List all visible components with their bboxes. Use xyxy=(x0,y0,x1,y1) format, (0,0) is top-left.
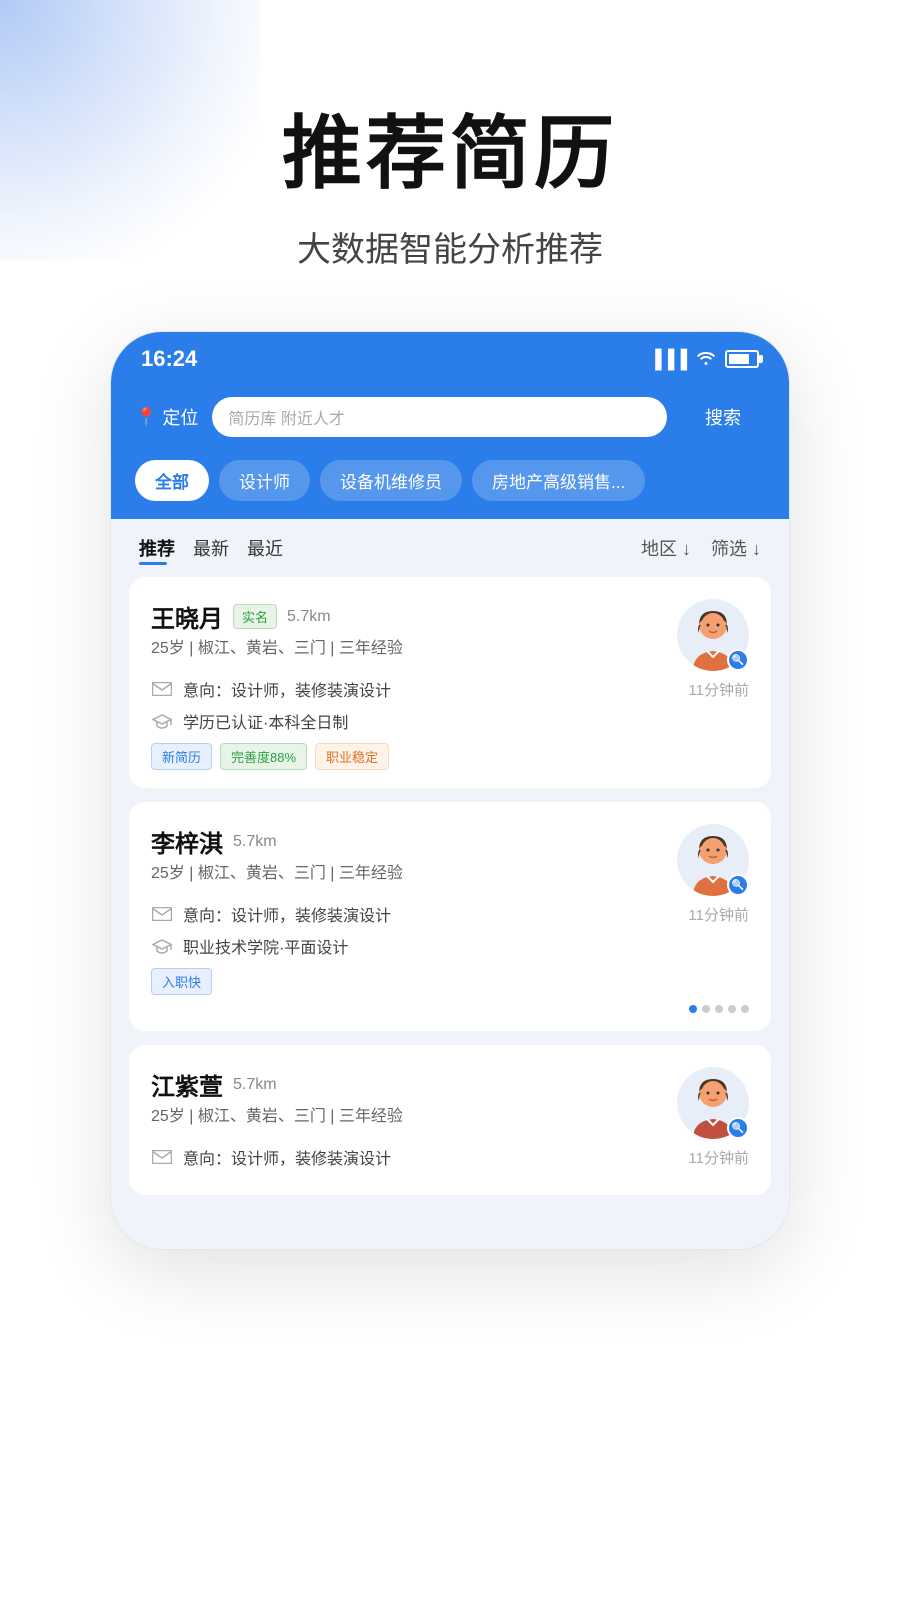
hero-subtitle: 大数据智能分析推荐 xyxy=(40,222,860,271)
phone-wrapper: 16:24 ▐▐▐ 📍 定位 xyxy=(0,331,900,1310)
resume-card-2[interactable]: 李梓淇 5.7km 25岁 | 椒江、黄岩、三门 | 三年经验 xyxy=(129,802,771,1031)
dot-5 xyxy=(741,1005,749,1013)
category-tab-realestate[interactable]: 房地产高级销售... xyxy=(472,460,645,501)
resume-card-1[interactable]: 王晓月 实名 5.7km 25岁 | 椒江、黄岩、三门 | 三年经验 xyxy=(129,577,771,788)
location-icon: 📍 xyxy=(135,407,157,428)
graduation-icon-2 xyxy=(151,938,173,954)
avatar-2 xyxy=(677,824,749,896)
card-time-3: 11分钟前 xyxy=(688,1147,749,1168)
envelope-icon-3 xyxy=(151,1149,173,1165)
card-intention-text-3: 意向：设计师，装修装演设计 xyxy=(183,1145,391,1169)
list-area: 推荐 最新 最近 地区 ↓ 筛选 ↓ 王晓月 实名 5.7km xyxy=(111,519,789,1249)
location-button[interactable]: 📍 定位 xyxy=(135,404,198,430)
card-left-3: 江紫萱 5.7km 25岁 | 椒江、黄岩、三门 | 三年经验 xyxy=(151,1067,403,1136)
signal-icon: ▐▐▐ xyxy=(649,349,687,370)
distance-1: 5.7km xyxy=(287,608,331,626)
search-bar-area: 📍 定位 简历库 附近人才 搜索 xyxy=(111,382,789,460)
card-left-2: 李梓淇 5.7km 25岁 | 椒江、黄岩、三门 | 三年经验 xyxy=(151,824,403,893)
avatar-search-badge-3 xyxy=(727,1117,749,1139)
card-time-2: 11分钟前 xyxy=(688,904,749,925)
pagination-dots xyxy=(151,1005,749,1013)
verified-badge-1: 实名 xyxy=(233,604,277,629)
wifi-icon xyxy=(695,349,717,370)
card-education-row-2: 职业技术学院·平面设计 xyxy=(151,934,749,958)
tag-quick-hire: 入职快 xyxy=(151,968,212,995)
hero-title: 推荐简历 xyxy=(40,110,860,198)
card-name-3: 江紫萱 xyxy=(151,1067,223,1102)
category-tab-designer[interactable]: 设计师 xyxy=(219,460,310,501)
sort-recent[interactable]: 最近 xyxy=(247,535,301,561)
card-left-1: 王晓月 实名 5.7km 25岁 | 椒江、黄岩、三门 | 三年经验 xyxy=(151,599,403,668)
status-time: 16:24 xyxy=(141,346,197,372)
dot-2 xyxy=(702,1005,710,1013)
card-intention-row-3: 意向：设计师，装修装演设计 11分钟前 xyxy=(151,1145,749,1169)
filter-area[interactable]: 地区 ↓ xyxy=(641,535,691,561)
avatar-3 xyxy=(677,1067,749,1139)
card-tags-2: 入职快 xyxy=(151,968,749,995)
category-tab-maintenance[interactable]: 设备机维修员 xyxy=(320,460,462,501)
envelope-icon-2 xyxy=(151,906,173,922)
distance-3: 5.7km xyxy=(233,1076,277,1094)
search-input-box[interactable]: 简历库 附近人才 xyxy=(212,397,667,437)
battery-icon xyxy=(725,350,759,368)
phone-mockup: 16:24 ▐▐▐ 📍 定位 xyxy=(110,331,790,1250)
search-button[interactable]: 搜索 xyxy=(681,394,765,440)
card-education-text-1: 学历已认证·本科全日制 xyxy=(183,709,348,733)
bottom-fade xyxy=(129,1209,771,1249)
category-tabs: 全部 设计师 设备机维修员 房地产高级销售... xyxy=(111,460,789,519)
card-tags-1: 新简历 完善度88% 职业稳定 xyxy=(151,743,749,770)
status-bar: 16:24 ▐▐▐ xyxy=(111,332,789,382)
envelope-icon-1 xyxy=(151,681,173,697)
status-icons: ▐▐▐ xyxy=(649,349,759,370)
search-placeholder: 简历库 附近人才 xyxy=(228,405,651,429)
avatar-search-badge-1 xyxy=(727,649,749,671)
card-info-2: 25岁 | 椒江、黄岩、三门 | 三年经验 xyxy=(151,859,403,883)
card-name-1: 王晓月 xyxy=(151,599,223,634)
card-header-1: 王晓月 实名 5.7km 25岁 | 椒江、黄岩、三门 | 三年经验 xyxy=(151,599,749,671)
avatar-1 xyxy=(677,599,749,671)
card-intention-text-1: 意向：设计师，装修装演设计 xyxy=(183,677,391,701)
avatar-search-badge-2 xyxy=(727,874,749,896)
location-label: 定位 xyxy=(162,404,198,430)
dot-3 xyxy=(715,1005,723,1013)
resume-card-3[interactable]: 江紫萱 5.7km 25岁 | 椒江、黄岩、三门 | 三年经验 xyxy=(129,1045,771,1195)
category-tab-all[interactable]: 全部 xyxy=(135,460,209,501)
card-time-1: 11分钟前 xyxy=(688,679,749,700)
sort-recommended[interactable]: 推荐 xyxy=(139,535,193,561)
card-education-text-2: 职业技术学院·平面设计 xyxy=(183,934,348,958)
card-info-3: 25岁 | 椒江、黄岩、三门 | 三年经验 xyxy=(151,1102,403,1126)
tag-new-resume: 新简历 xyxy=(151,743,212,770)
card-intention-row-1: 意向：设计师，装修装演设计 11分钟前 xyxy=(151,677,749,701)
filter-screen[interactable]: 筛选 ↓ xyxy=(711,535,761,561)
card-education-row-1: 学历已认证·本科全日制 xyxy=(151,709,749,733)
card-name-2: 李梓淇 xyxy=(151,824,223,859)
tag-stable: 职业稳定 xyxy=(315,743,389,770)
card-info-1: 25岁 | 椒江、黄岩、三门 | 三年经验 xyxy=(151,634,403,658)
card-intention-row-2: 意向：设计师，装修装演设计 11分钟前 xyxy=(151,902,749,926)
card-header-3: 江紫萱 5.7km 25岁 | 椒江、黄岩、三门 | 三年经验 xyxy=(151,1067,749,1139)
hero-section: 推荐简历 大数据智能分析推荐 xyxy=(0,0,900,331)
sort-newest[interactable]: 最新 xyxy=(193,535,247,561)
dot-1 xyxy=(689,1005,697,1013)
dot-4 xyxy=(728,1005,736,1013)
graduation-icon-1 xyxy=(151,713,173,729)
card-name-row-1: 王晓月 实名 5.7km xyxy=(151,599,403,634)
tag-completion: 完善度88% xyxy=(220,743,307,770)
card-name-row-2: 李梓淇 5.7km xyxy=(151,824,403,859)
sort-right: 地区 ↓ 筛选 ↓ xyxy=(641,535,761,561)
card-name-row-3: 江紫萱 5.7km xyxy=(151,1067,403,1102)
card-intention-text-2: 意向：设计师，装修装演设计 xyxy=(183,902,391,926)
distance-2: 5.7km xyxy=(233,833,277,851)
card-header-2: 李梓淇 5.7km 25岁 | 椒江、黄岩、三门 | 三年经验 xyxy=(151,824,749,896)
sort-bar: 推荐 最新 最近 地区 ↓ 筛选 ↓ xyxy=(129,519,771,577)
